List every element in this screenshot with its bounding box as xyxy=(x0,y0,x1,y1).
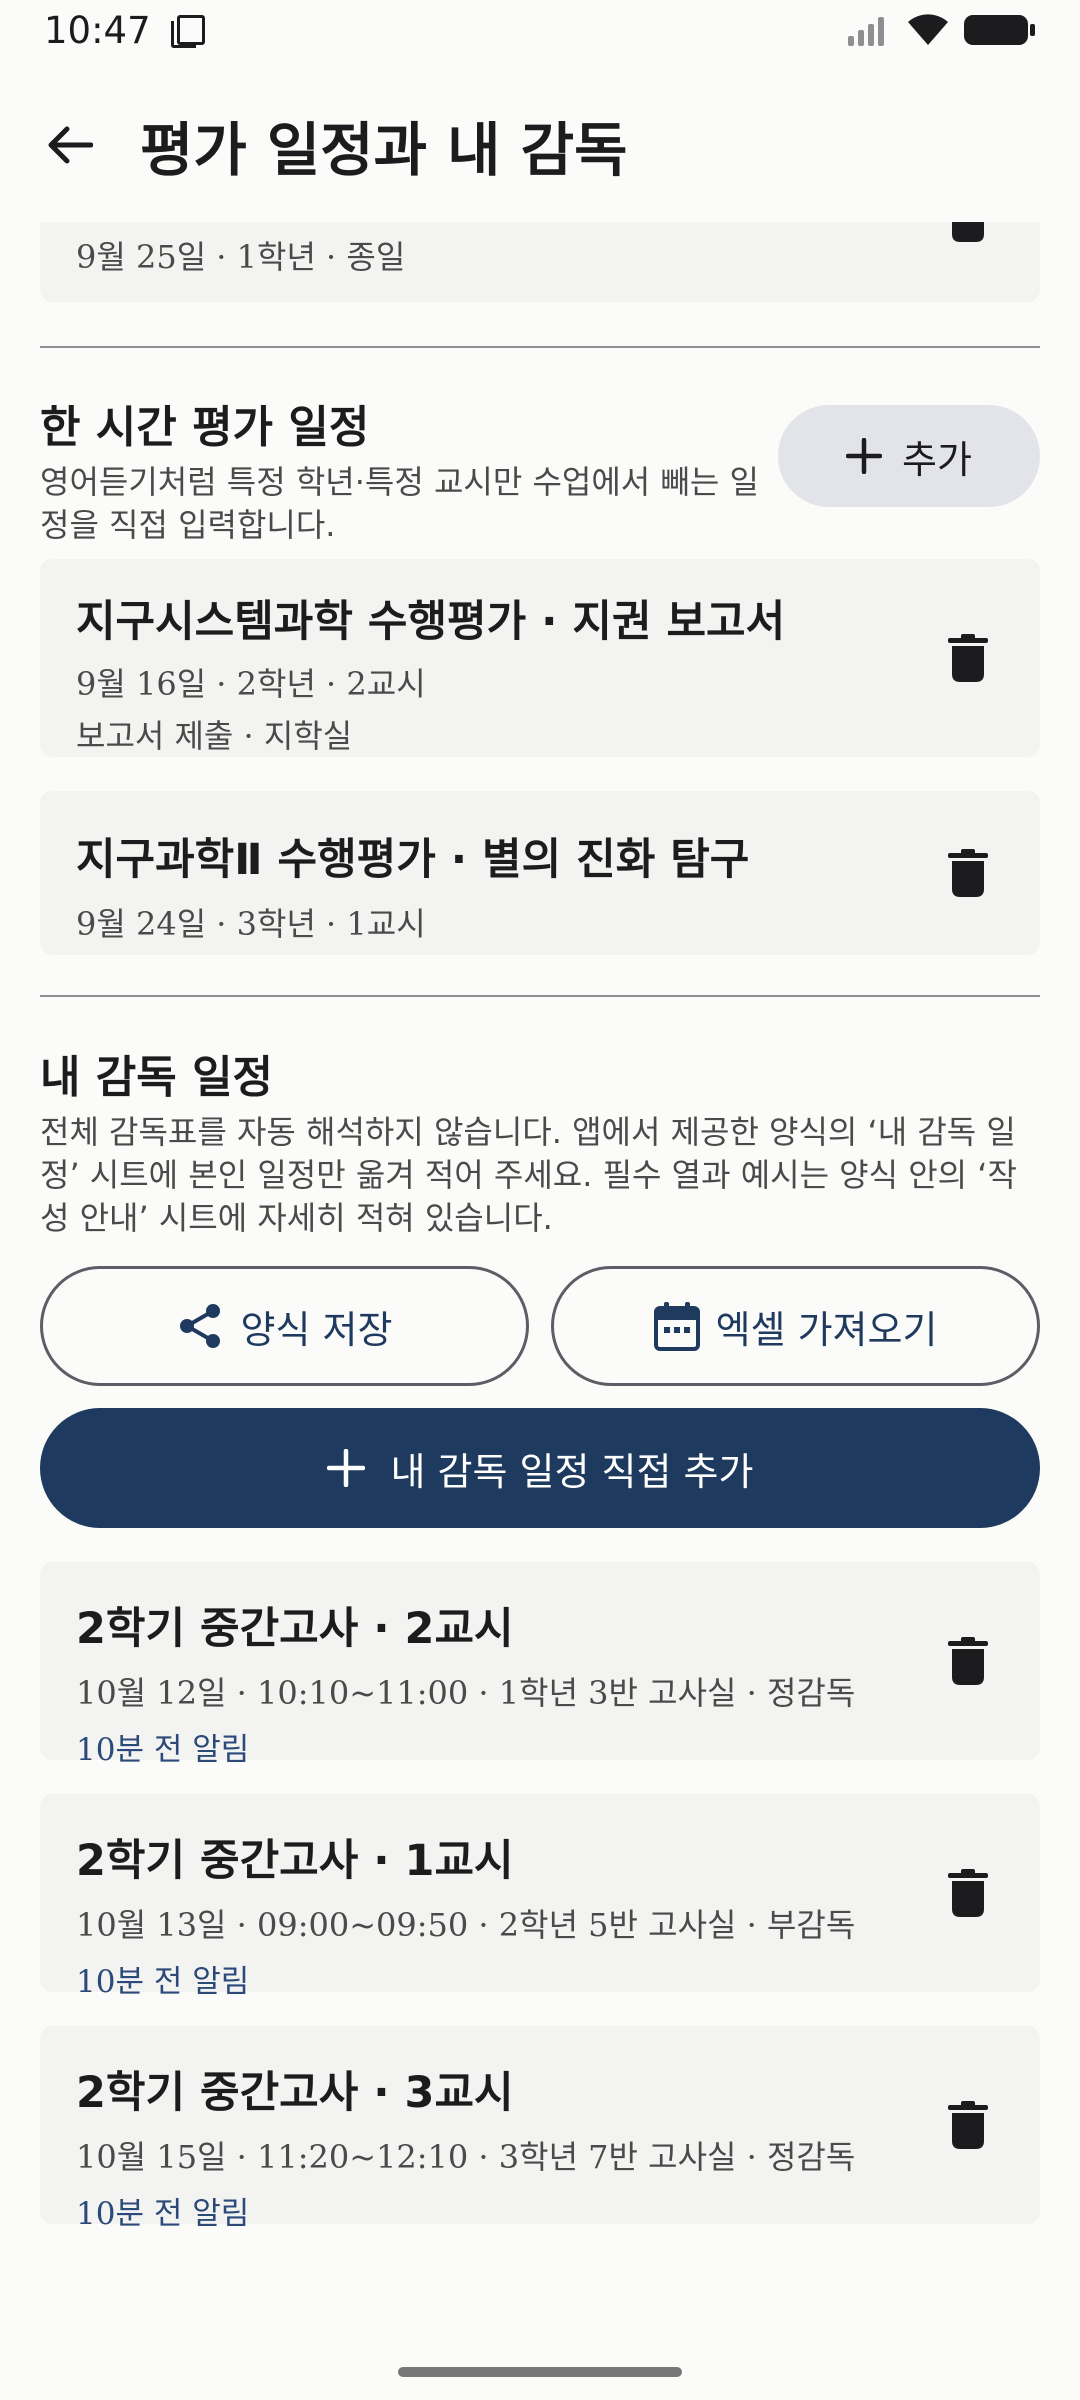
hourly-section-header: 한 시간 평가 일정 영어듣기처럼 특정 학년·특정 교시만 수업에서 빼는 일… xyxy=(40,391,1040,544)
arrow-left-icon xyxy=(48,126,93,164)
section-divider xyxy=(40,346,1040,348)
trash-icon[interactable] xyxy=(948,1869,988,1917)
evaluation-card[interactable]: 지구과학Ⅱ 수행평가 · 별의 진화 탐구 9월 24일 · 3학년 · 1교시 xyxy=(40,791,1040,955)
reminder-text: 10분 전 알림 xyxy=(76,2196,250,2232)
add-proctor-label: 내 감독 일정 직접 추가 xyxy=(390,1449,754,1494)
card-subtitle: 9월 16일 · 2학년 · 2교시 xyxy=(76,665,426,703)
card-title: 지구시스템과학 수행평가 · 지권 보고서 xyxy=(76,597,786,647)
home-indicator[interactable] xyxy=(398,2367,682,2377)
trash-icon[interactable] xyxy=(948,849,988,897)
add-proctor-button[interactable]: 내 감독 일정 직접 추가 xyxy=(40,1408,1040,1528)
card-subtitle: 10월 13일 · 09:00~09:50 · 2학년 5반 고사실 · 부감독 xyxy=(76,1906,856,1944)
import-excel-label: 엑셀 가져오기 xyxy=(715,1307,938,1352)
plus-icon xyxy=(846,438,883,474)
proctor-section-header: 내 감독 일정 전체 감독표를 자동 해석하지 않습니다. 앱에서 제공한 양식… xyxy=(40,1041,1040,1240)
card-title: 2학기 중간고사 · 2교시 xyxy=(76,1604,514,1654)
reminder-text: 10분 전 알림 xyxy=(76,1732,250,1768)
card-subtitle: 10월 15일 · 11:20~12:10 · 3학년 7반 고사실 · 정감독 xyxy=(76,2138,856,2176)
evaluation-card-partial[interactable]: 9월 25일 · 1학년 · 종일 xyxy=(40,222,1040,302)
proctor-section-title: 내 감독 일정 xyxy=(40,1052,274,1103)
section-divider xyxy=(40,995,1040,997)
card-title: 2학기 중간고사 · 1교시 xyxy=(76,1836,514,1886)
add-label: 추가 xyxy=(902,437,972,482)
screenshot-icon xyxy=(170,15,205,48)
proctor-card[interactable]: 2학기 중간고사 · 3교시 10월 15일 · 11:20~12:10 · 3… xyxy=(40,2026,1040,2232)
add-hourly-button[interactable]: 추가 xyxy=(778,405,1040,507)
signal-icon xyxy=(848,17,884,46)
calendar-icon xyxy=(653,1302,700,1351)
back-button[interactable] xyxy=(30,105,110,185)
wifi-icon xyxy=(908,14,948,45)
card-subtitle: 9월 25일 · 1학년 · 종일 xyxy=(76,238,406,276)
card-detail: 보고서 제출 · 지학실 xyxy=(76,717,353,755)
save-template-label: 양식 저장 xyxy=(240,1307,393,1352)
battery-icon xyxy=(964,15,1035,45)
status-bar: 10:47 xyxy=(0,0,1080,60)
card-title: 2학기 중간고사 · 3교시 xyxy=(76,2068,514,2118)
trash-icon[interactable] xyxy=(948,222,988,242)
card-subtitle: 9월 24일 · 3학년 · 1교시 xyxy=(76,905,426,943)
trash-icon[interactable] xyxy=(948,634,988,682)
proctor-section-description: 전체 감독표를 자동 해석하지 않습니다. 앱에서 제공한 양식의 ‘내 감독 … xyxy=(40,1113,1017,1237)
trash-icon[interactable] xyxy=(948,1637,988,1685)
app-bar: 평가 일정과 내 감독 xyxy=(0,90,1080,200)
status-time: 10:47 xyxy=(44,8,151,52)
share-icon xyxy=(179,1304,220,1348)
save-template-button[interactable]: 양식 저장 xyxy=(40,1266,529,1386)
plus-icon xyxy=(326,1449,365,1487)
card-subtitle: 10월 12일 · 10:10~11:00 · 1학년 3반 고사실 · 정감독 xyxy=(76,1674,856,1712)
hourly-section-description: 영어듣기처럼 특정 학년·특정 교시만 수업에서 빼는 일정을 직접 입력합니다… xyxy=(40,463,759,544)
proctor-card[interactable]: 2학기 중간고사 · 2교시 10월 12일 · 10:10~11:00 · 1… xyxy=(40,1562,1040,1768)
schedule-list[interactable]: 9월 25일 · 1학년 · 종일 한 시간 평가 일정 영어듣기처럼 특정 학… xyxy=(0,222,1080,2232)
page-title: 평가 일정과 내 감독 xyxy=(140,116,628,184)
trash-icon[interactable] xyxy=(948,2101,988,2149)
card-title: 지구과학Ⅱ 수행평가 · 별의 진화 탐구 xyxy=(76,835,750,885)
proctor-card[interactable]: 2학기 중간고사 · 1교시 10월 13일 · 09:00~09:50 · 2… xyxy=(40,1794,1040,2000)
evaluation-card[interactable]: 지구시스템과학 수행평가 · 지권 보고서 9월 16일 · 2학년 · 2교시… xyxy=(40,559,1040,757)
import-excel-button[interactable]: 엑셀 가져오기 xyxy=(551,1266,1040,1386)
reminder-text: 10분 전 알림 xyxy=(76,1964,250,2000)
proctor-actions: 양식 저장 엑셀 가져오기 xyxy=(40,1266,1040,1386)
